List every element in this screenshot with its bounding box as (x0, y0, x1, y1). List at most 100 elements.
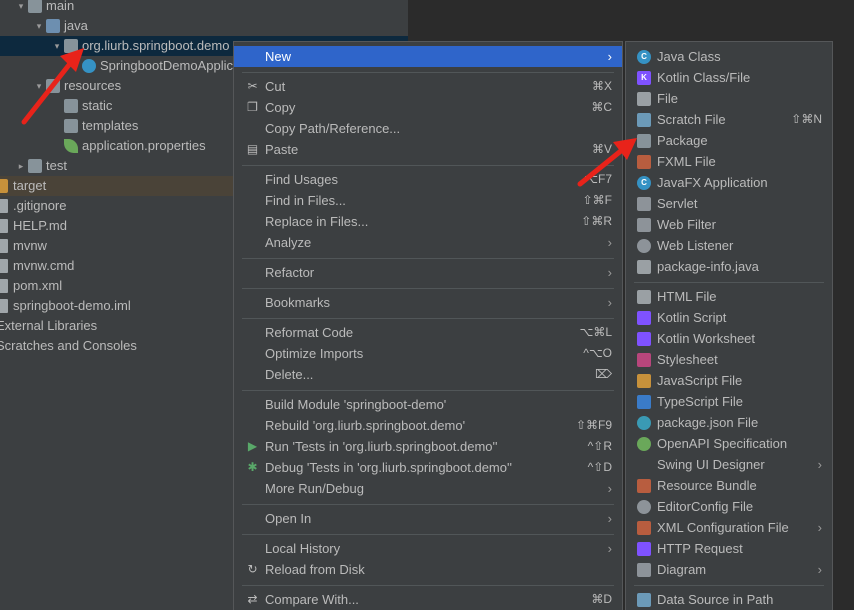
submenu-item-package-info-java[interactable]: package-info.java (626, 256, 832, 277)
menu-item-copy[interactable]: ❐ Copy ⌘C (234, 97, 622, 118)
submenu-item-label: Swing UI Designer (657, 457, 765, 472)
menu-item-label: Delete... (265, 367, 314, 382)
menu-item-run-tests-in-org-liurb-springboot-demo[interactable]: ▶ Run 'Tests in 'org.liurb.springboot.dem… (234, 436, 622, 457)
submenu-item-fxml-file[interactable]: FXML File (626, 151, 832, 172)
openapi-icon (637, 437, 651, 451)
fxml-icon (637, 155, 651, 169)
submenu-item-label: Web Filter (657, 217, 716, 232)
menu-item-shortcut: ⇧⌘F (582, 193, 612, 207)
menu-item-find-in-files[interactable]: Find in Files... ⇧⌘F (234, 190, 622, 211)
submenu-item-openapi-specification[interactable]: OpenAPI Specification (626, 433, 832, 454)
submenu-item-label: XML Configuration File (657, 520, 789, 535)
http-request-icon (637, 542, 651, 556)
menu-item-delete[interactable]: Delete... ⌦ (234, 364, 622, 385)
menu-item-rebuild-org-liurb-springboot-demo[interactable]: Rebuild 'org.liurb.springboot.demo' ⇧⌘F9 (234, 415, 622, 436)
servlet-icon (637, 197, 651, 211)
context-menu: New › ✂ Cut ⌘X ❐ Copy ⌘C Copy Path/Reference... ▤… (233, 41, 623, 610)
menu-item-reformat-code[interactable]: Reformat Code ⌥⌘L (234, 322, 622, 343)
file-icon (0, 199, 8, 213)
submenu-item-javafx-application[interactable]: C JavaFX Application (626, 172, 832, 193)
web-listener-icon (637, 239, 651, 253)
scissors-icon: ✂ (247, 79, 258, 93)
new-submenu: C Java Class K Kotlin Class/File File Scratch… (625, 41, 833, 610)
folder-orange-icon (0, 179, 8, 193)
submenu-item-stylesheet[interactable]: Stylesheet (626, 349, 832, 370)
submenu-item-shortcut: ⇧⌘N (791, 112, 822, 126)
debug-icon: ✱ (247, 460, 258, 474)
ts-icon (637, 395, 651, 409)
menu-item-analyze[interactable]: Analyze › (234, 232, 622, 253)
submenu-item-web-filter[interactable]: Web Filter (626, 214, 832, 235)
xml-icon (637, 521, 651, 535)
chevron-down-icon[interactable]: ▾ (16, 0, 26, 16)
submenu-item-html-file[interactable]: HTML File (626, 286, 832, 307)
submenu-item-label: JavaScript File (657, 373, 743, 388)
menu-item-paste[interactable]: ▤ Paste ⌘V (234, 139, 622, 160)
menu-item-optimize-imports[interactable]: Optimize Imports ^⌥O (234, 343, 622, 364)
submenu-item-kotlin-worksheet[interactable]: Kotlin Worksheet (626, 328, 832, 349)
submenu-item-editorconfig-file[interactable]: EditorConfig File (626, 496, 832, 517)
submenu-item-servlet[interactable]: Servlet (626, 193, 832, 214)
submenu-item-label: TypeScript File (657, 394, 743, 409)
tree-item[interactable]: ▾ main (0, 0, 408, 16)
submenu-separator (634, 585, 824, 586)
menu-item-open-in[interactable]: Open In › (234, 508, 622, 529)
submenu-item-file[interactable]: File (626, 88, 832, 109)
submenu-item-web-listener[interactable]: Web Listener (626, 235, 832, 256)
tree-item[interactable]: ▾ java (0, 16, 408, 36)
tree-item-label: templates (82, 118, 139, 133)
submenu-item-swing-ui-designer[interactable]: Swing UI Designer › (626, 454, 832, 475)
menu-item-build-module-springboot-demo[interactable]: Build Module 'springboot-demo' (234, 394, 622, 415)
menu-item-replace-in-files[interactable]: Replace in Files... ⇧⌘R (234, 211, 622, 232)
submenu-item-typescript-file[interactable]: TypeScript File (626, 391, 832, 412)
menu-item-label: Bookmarks (265, 295, 331, 310)
menu-item-shortcut: ⌘C (591, 100, 612, 114)
submenu-item-xml-configuration-file[interactable]: XML Configuration File › (626, 517, 832, 538)
menu-item-cut[interactable]: ✂ Cut ⌘X (234, 76, 622, 97)
menu-item-new[interactable]: New › (234, 46, 622, 67)
menu-separator (242, 165, 614, 166)
menu-item-find-usages[interactable]: Find Usages ⌥F7 (234, 169, 622, 190)
menu-item-reload-from-disk[interactable]: ↻ Reload from Disk (234, 559, 622, 580)
submenu-item-kotlin-class-file[interactable]: K Kotlin Class/File (626, 67, 832, 88)
submenu-item-data-source-in-path[interactable]: Data Source in Path (626, 589, 832, 610)
package-info-icon (637, 260, 651, 274)
submenu-item-kotlin-script[interactable]: Kotlin Script (626, 307, 832, 328)
menu-separator (242, 258, 614, 259)
menu-item-compare-with[interactable]: ⇄ Compare With... ⌘D (234, 589, 622, 610)
menu-separator (242, 534, 614, 535)
submenu-item-javascript-file[interactable]: JavaScript File (626, 370, 832, 391)
html-icon (637, 290, 651, 304)
tree-item-label: pom.xml (13, 278, 63, 293)
submenu-item-scratch-file[interactable]: Scratch File ⇧⌘N (626, 109, 832, 130)
menu-item-shortcut: ^⌥O (583, 346, 612, 360)
leaf-icon (64, 139, 78, 153)
chevron-right-icon: › (607, 49, 612, 64)
package-icon (637, 134, 651, 148)
menu-item-label: New (265, 49, 292, 64)
diagram-icon (637, 563, 651, 577)
menu-separator (242, 390, 614, 391)
chevron-down-icon[interactable]: ▾ (34, 16, 44, 36)
tree-item-label: target (13, 178, 47, 193)
submenu-item-java-class[interactable]: C Java Class (626, 46, 832, 67)
menu-item-copy-path-reference[interactable]: Copy Path/Reference... (234, 118, 622, 139)
reload-icon: ↻ (247, 562, 258, 576)
menu-item-more-run-debug[interactable]: More Run/Debug › (234, 478, 622, 499)
menu-item-bookmarks[interactable]: Bookmarks › (234, 292, 622, 313)
submenu-item-package[interactable]: Package (626, 130, 832, 151)
menu-item-refactor[interactable]: Refactor › (234, 262, 622, 283)
copy-icon: ❐ (247, 100, 258, 114)
chevron-right-icon[interactable]: ▸ (16, 156, 26, 176)
kotlin-worksheet-icon (637, 332, 651, 346)
submenu-item-label: File (657, 91, 678, 106)
chevron-right-icon: › (607, 265, 612, 280)
submenu-item-http-request[interactable]: HTTP Request (626, 538, 832, 559)
submenu-item-resource-bundle[interactable]: Resource Bundle (626, 475, 832, 496)
menu-item-label: Open In (265, 511, 312, 526)
menu-item-local-history[interactable]: Local History › (234, 538, 622, 559)
submenu-item-label: package-info.java (657, 259, 759, 274)
submenu-item-diagram[interactable]: Diagram › (626, 559, 832, 580)
menu-item-debug-tests-in-org-liurb-springboot-demo[interactable]: ✱ Debug 'Tests in 'org.liurb.springboot.d… (234, 457, 622, 478)
submenu-item-package-json-file[interactable]: package.json File (626, 412, 832, 433)
